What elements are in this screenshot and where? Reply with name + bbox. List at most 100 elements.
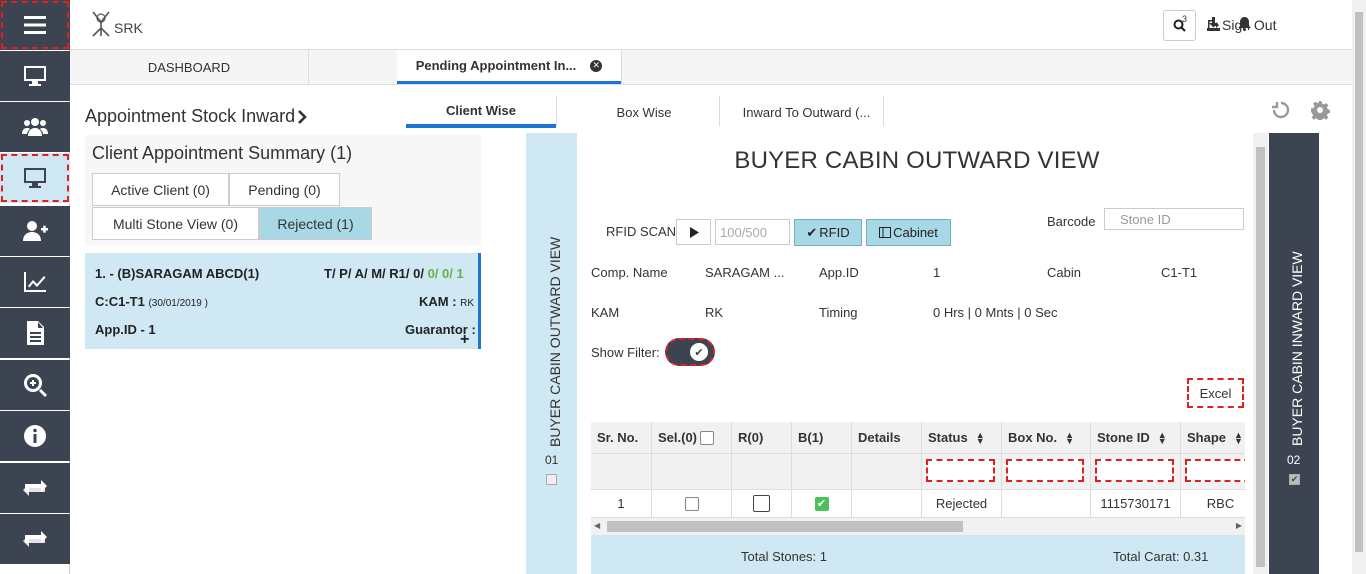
rail-document-button[interactable] <box>0 308 70 358</box>
status-filter-input[interactable] <box>926 459 995 482</box>
show-filter-toggle[interactable]: ✔ <box>665 338 715 366</box>
card-status-prefix: T/ P/ A/ M/ R <box>324 266 399 281</box>
tab-divider <box>308 50 309 84</box>
rail-transfer-button[interactable] <box>0 463 70 513</box>
cell-box-no <box>1002 490 1091 518</box>
subtab-client-wise[interactable]: Client Wise <box>406 96 556 128</box>
multi-stone-view-button[interactable]: Multi Stone View (0) <box>92 207 259 240</box>
rfid-scan-label: RFID SCAN <box>606 224 677 239</box>
col-header-stone-id[interactable]: Stone ID ▲ ▼ <box>1091 422 1181 454</box>
tab-pending-appointment[interactable]: Pending Appointment In... ✕ <box>397 50 621 84</box>
col-header-shape[interactable]: Shape ▲ ▼ <box>1181 422 1245 454</box>
kam-value: RK <box>705 305 724 320</box>
add-user-icon <box>23 221 48 241</box>
settings-gear-icon[interactable] <box>1310 100 1331 123</box>
grid-horizontal-scrollbar[interactable]: ◀ ▶ <box>591 518 1245 535</box>
stone-id-filter-input[interactable] <box>1095 459 1174 482</box>
rail-monitor-active-button[interactable] <box>0 153 70 203</box>
tab-dashboard-label: DASHBOARD <box>147 59 231 75</box>
rail-monitor-button[interactable] <box>0 51 70 101</box>
sign-out-link[interactable]: Sign Out <box>1207 17 1276 33</box>
card-kam-label: KAM : <box>419 294 457 309</box>
info-icon <box>24 425 46 447</box>
pending-button[interactable]: Pending (0) <box>229 173 340 206</box>
side-tab-outward-view[interactable]: BUYER CABIN OUTWARD VIEW 01 <box>526 133 577 574</box>
filter-cell <box>732 454 792 490</box>
page-vertical-scrollbar[interactable] <box>1352 0 1366 574</box>
cabinet-button[interactable]: Cabinet <box>866 219 951 246</box>
col-header-select[interactable]: Sel.(0) <box>652 422 732 454</box>
expand-plus-icon[interactable]: + <box>460 331 469 349</box>
col-header-status-label: Status <box>928 430 968 445</box>
tab-dashboard[interactable]: DASHBOARD <box>70 50 308 84</box>
logo[interactable]: SRK <box>90 10 143 38</box>
shape-filter-input[interactable] <box>1185 459 1245 482</box>
rfid-button[interactable]: ✔ RFID <box>794 219 862 246</box>
side-tab-inward-view[interactable]: BUYER CABIN INWARD VIEW 02 ✔ <box>1269 133 1319 574</box>
scroll-left-icon[interactable]: ◀ <box>594 521 600 530</box>
client-appointment-card[interactable]: 1. - (B)SARAGAM ABCD(1) T/ P/ A/ M/ R1/ … <box>85 253 481 349</box>
col-header-r[interactable]: R(0) <box>732 422 792 454</box>
rail-chart-button[interactable] <box>0 257 70 307</box>
outward-view-title: BUYER CABIN OUTWARD VIEW <box>734 147 1100 174</box>
subtab-inward-to-outward[interactable]: Inward To Outward (... <box>730 96 883 128</box>
side-tab-outward-checkbox[interactable] <box>546 474 557 485</box>
side-tab-inward-label: BUYER CABIN INWARD VIEW <box>1289 251 1305 446</box>
document-tab-bar: DASHBOARD Pending Appointment In... ✕ <box>70 50 1352 85</box>
panel-vertical-scrollbar[interactable] <box>1253 133 1268 574</box>
subtab-box-wise[interactable]: Box Wise <box>570 96 718 128</box>
cell-b: ✔ <box>792 490 852 518</box>
sort-icon: ▲ ▼ <box>975 429 985 446</box>
panel-scroll-thumb[interactable] <box>1256 147 1265 567</box>
card-client-name: 1. - (B)SARAGAM ABCD(1) <box>95 266 260 281</box>
row-b-checkbox[interactable]: ✔ <box>814 496 829 511</box>
scroll-right-icon[interactable]: ▶ <box>1236 521 1242 530</box>
rail-add-user-button[interactable] <box>0 206 70 256</box>
col-header-status[interactable]: Status ▲ ▼ <box>922 422 1002 454</box>
refresh-icon[interactable] <box>1271 100 1291 123</box>
cabin-value: C1-T1 <box>1161 265 1198 280</box>
box-no-filter-input[interactable] <box>1006 459 1084 482</box>
filter-cell-status <box>922 454 1002 490</box>
col-header-b[interactable]: B(1) <box>792 422 852 454</box>
cabinet-icon <box>879 227 892 238</box>
summary-title: Client Appointment Summary (1) <box>92 143 353 163</box>
side-tab-inward-checkbox[interactable]: ✔ <box>1289 474 1300 485</box>
notification-count: 3 <box>1182 14 1188 24</box>
rail-info-button[interactable] <box>0 411 70 461</box>
stone-grid: Sr. No. Sel.(0) R(0) B(1) Details Status… <box>591 422 1245 518</box>
cabinet-button-label: Cabinet <box>893 225 938 240</box>
card-status-counts: T/ P/ A/ M/ R1/ 0/ 0/ 0/ 1 <box>324 266 464 281</box>
active-client-button[interactable]: Active Client (0) <box>92 173 229 206</box>
close-tab-icon[interactable]: ✕ <box>590 59 603 72</box>
toggle-check-icon: ✔ <box>690 343 708 361</box>
show-filter-label: Show Filter: <box>591 345 660 360</box>
filter-cell <box>792 454 852 490</box>
rail-transfer-button-2[interactable] <box>0 514 70 564</box>
cell-select <box>652 490 732 518</box>
hamburger-menu-button[interactable] <box>0 0 70 50</box>
rejected-button[interactable]: Rejected (1) <box>259 207 372 240</box>
page-scroll-thumb[interactable] <box>1355 12 1363 552</box>
excel-export-button[interactable]: Excel <box>1187 378 1244 408</box>
subtab-divider <box>556 96 557 126</box>
row-select-checkbox[interactable] <box>684 496 699 511</box>
col-header-select-label: Sel.(0) <box>658 430 698 445</box>
filter-cell <box>591 454 652 490</box>
play-scan-button[interactable] <box>676 219 711 245</box>
side-tab-outward-number: 01 <box>545 453 559 467</box>
cell-sr-no: 1 <box>591 490 652 518</box>
rail-users-button[interactable] <box>0 102 70 152</box>
row-r-checkbox[interactable] <box>753 495 770 512</box>
barcode-stone-id-input[interactable]: Stone ID <box>1104 208 1244 230</box>
side-tab-outward-label: BUYER CABIN OUTWARD VIEW <box>547 236 563 447</box>
rail-search-plus-button[interactable] <box>0 360 70 410</box>
grid-scroll-thumb[interactable] <box>607 521 963 532</box>
col-header-box-no[interactable]: Box No. ▲ ▼ <box>1002 422 1091 454</box>
header-search-button[interactable] <box>1163 10 1196 41</box>
select-all-checkbox[interactable] <box>700 430 715 445</box>
col-header-sr-no: Sr. No. <box>591 422 652 454</box>
sign-out-icon <box>1208 20 1219 30</box>
cell-details[interactable] <box>852 490 922 518</box>
scan-count-field[interactable]: 100/500 <box>715 219 790 245</box>
